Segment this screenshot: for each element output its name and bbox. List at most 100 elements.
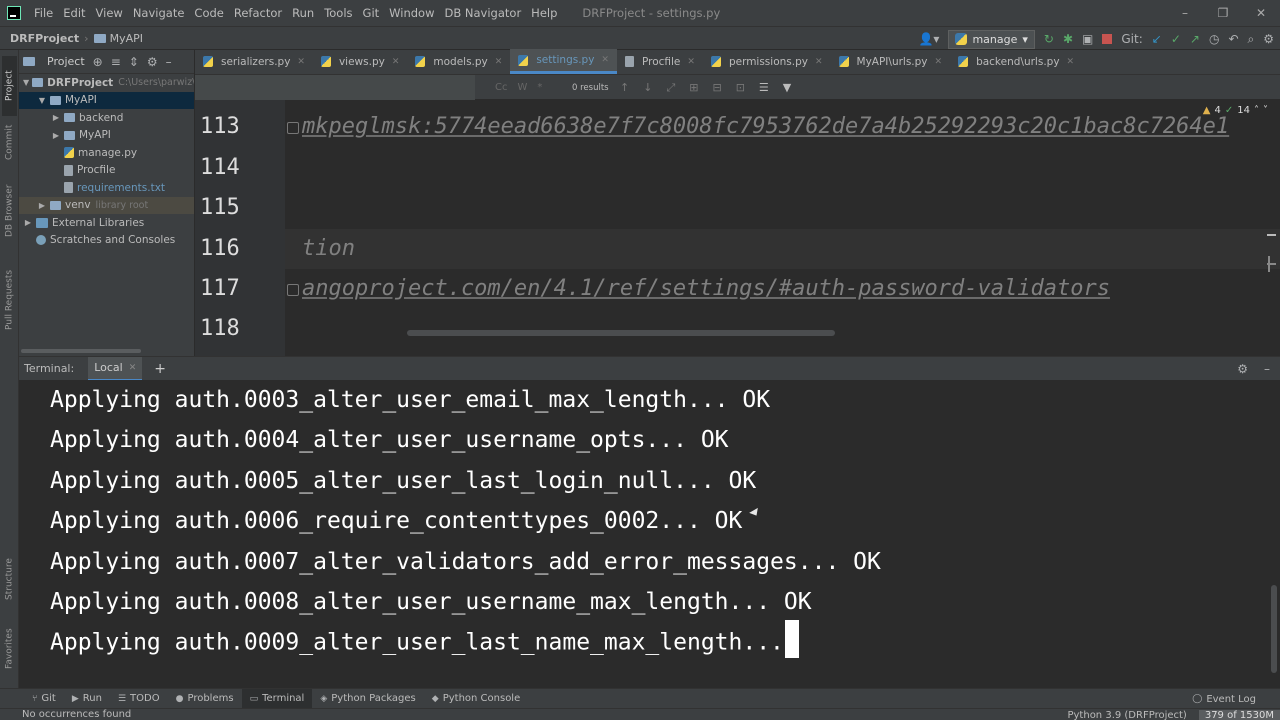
open-in-window-icon[interactable]: ⤢ [666,81,675,95]
settings-icon[interactable]: ⚙ [1263,32,1274,46]
tool-tab-favorites[interactable]: Favorites [2,620,17,678]
terminal-output[interactable]: Applying auth.0003_alter_user_email_max_… [19,380,1280,688]
code-editor[interactable]: 113 114 115 116 117 118 mkpeglmsk:5774ee… [195,100,1280,356]
interpreter-indicator[interactable]: Python 3.9 (DRFProject) [1067,710,1186,720]
tab-serializers[interactable]: serializers.py ✕ [195,49,313,74]
find-input[interactable] [195,74,475,100]
tool-button-python-packages[interactable]: ◈ Python Packages [312,689,423,709]
stop-icon[interactable] [1102,34,1113,44]
tree-item-myapi[interactable]: ▶ MyAPI [19,127,194,145]
filter-icon[interactable]: ▼ [783,81,791,94]
tool-tab-commit[interactable]: Commit [2,118,17,166]
tool-tab-project[interactable]: Project [2,56,17,116]
minimize-button[interactable]: – [1166,0,1204,26]
close-icon[interactable]: ✕ [495,57,503,67]
user-icon[interactable]: 👤▾ [918,32,939,46]
close-icon[interactable]: ✕ [601,55,609,65]
coverage-icon[interactable]: ▣ [1082,32,1093,46]
hide-panel-icon[interactable]: – [1264,362,1270,376]
horizontal-scrollbar[interactable] [407,330,835,336]
next-occurrence-icon[interactable]: ↓ [643,81,652,94]
tab-myapi-urls[interactable]: MyAPI\urls.py ✕ [831,49,951,74]
memory-indicator[interactable]: 379 of 1530M [1198,709,1280,720]
search-icon[interactable]: ⌕ [1248,32,1255,47]
terminal-tab-local[interactable]: Local ✕ [88,356,143,381]
tab-settings[interactable]: settings.py ✕ [510,49,617,74]
tree-item-scratches[interactable]: Scratches and Consoles [19,232,194,250]
menu-view[interactable]: View [91,6,128,20]
fold-marker-icon[interactable] [287,284,299,296]
collapse-arrow-icon[interactable]: ▶ [37,201,47,210]
history-icon[interactable]: ◷ [1209,32,1219,46]
tab-permissions[interactable]: permissions.py ✕ [703,49,831,74]
breadcrumb-project[interactable]: DRFProject [10,32,79,45]
expand-arrow-icon[interactable]: ▼ [23,78,29,87]
menu-help[interactable]: Help [526,6,562,20]
words-toggle[interactable]: W [517,82,527,93]
regex-toggle[interactable]: * [537,82,542,93]
collapse-arrow-icon[interactable]: ▶ [51,113,61,122]
tab-views[interactable]: views.py ✕ [313,49,407,74]
close-icon[interactable]: ✕ [297,57,305,67]
tree-item-drfproject[interactable]: ▼ DRFProject C:\Users\parwiz\Py [19,74,194,92]
gear-icon[interactable]: ⚙ [1237,362,1248,376]
error-stripe-marker[interactable] [1267,263,1276,265]
remove-occurrence-icon[interactable]: ⊟ [712,81,721,94]
tree-item-external-libraries[interactable]: ▶ External Libraries [19,214,194,232]
locate-icon[interactable]: ⊕ [93,55,103,69]
tool-tab-pull-requests[interactable]: Pull Requests [2,262,17,338]
tool-button-python-console[interactable]: ◆ Python Console [424,689,528,709]
git-commit-icon[interactable]: ✓ [1171,32,1181,46]
collapse-arrow-icon[interactable]: ▶ [51,131,61,140]
tab-procfile[interactable]: Procfile ✕ [617,49,703,74]
close-icon[interactable]: ✕ [129,363,137,373]
gear-icon[interactable]: ⚙ [147,55,158,69]
tool-button-git[interactable]: ⑂ Git [24,689,64,709]
git-update-icon[interactable]: ↙ [1152,32,1162,46]
tree-item-requirements[interactable]: requirements.txt [19,179,194,197]
git-push-icon[interactable]: ↗ [1190,32,1200,46]
tree-item-myapi-root[interactable]: ▼ MyAPI [19,91,194,109]
tree-item-backend[interactable]: ▶ backend [19,109,194,127]
terminal-scrollbar[interactable] [1271,585,1277,673]
tree-item-procfile[interactable]: Procfile [19,162,194,180]
tree-item-venv[interactable]: ▶ venv library root [19,196,194,214]
close-icon[interactable]: ✕ [687,57,695,67]
breadcrumb-module[interactable]: MyAPI [93,32,143,45]
error-stripe-marker[interactable] [1267,234,1276,236]
menu-code[interactable]: Code [189,6,228,20]
tool-button-terminal[interactable]: ▭ Terminal [241,688,313,709]
tab-models[interactable]: models.py ✕ [407,49,510,74]
tree-item-manage-py[interactable]: manage.py [19,144,194,162]
close-icon[interactable]: ✕ [1067,57,1075,67]
hide-panel-icon[interactable]: – [166,55,172,69]
rollback-icon[interactable]: ↶ [1228,32,1238,46]
fold-marker-icon[interactable] [287,122,299,134]
menu-db-navigator[interactable]: DB Navigator [440,6,527,20]
close-icon[interactable]: ✕ [935,57,943,67]
inspection-widget[interactable]: ▲ 4 ✓ 14 ˄ ˅ [1203,105,1268,116]
menu-edit[interactable]: Edit [58,6,90,20]
menu-git[interactable]: Git [358,6,385,20]
menu-file[interactable]: File [29,6,58,20]
chevron-up-icon[interactable]: ˄ [1254,105,1259,116]
collapse-all-icon[interactable]: ≡ [111,55,121,69]
chevron-down-icon[interactable]: ˅ [1263,105,1268,116]
new-terminal-icon[interactable]: + [154,361,166,377]
tool-tab-structure[interactable]: Structure [2,550,17,608]
tool-button-problems[interactable]: ● Problems [168,689,242,709]
select-all-occurrences-icon[interactable]: ⊡ [736,81,745,94]
close-icon[interactable]: ✕ [815,57,823,67]
menu-run[interactable]: Run [287,6,319,20]
menu-tools[interactable]: Tools [319,6,357,20]
maximize-button[interactable]: ❐ [1204,0,1242,26]
menu-navigate[interactable]: Navigate [128,6,190,20]
add-occurrence-icon[interactable]: ⊞ [689,81,698,94]
project-panel-scrollbar[interactable] [21,349,141,353]
previous-occurrence-icon[interactable]: ↑ [620,81,629,94]
menu-window[interactable]: Window [384,6,439,20]
close-window-button[interactable]: ✕ [1242,0,1280,26]
match-case-toggle[interactable]: Cc [495,82,507,93]
expand-arrow-icon[interactable]: ▼ [37,96,47,105]
tool-button-run[interactable]: ▶ Run [64,689,110,709]
